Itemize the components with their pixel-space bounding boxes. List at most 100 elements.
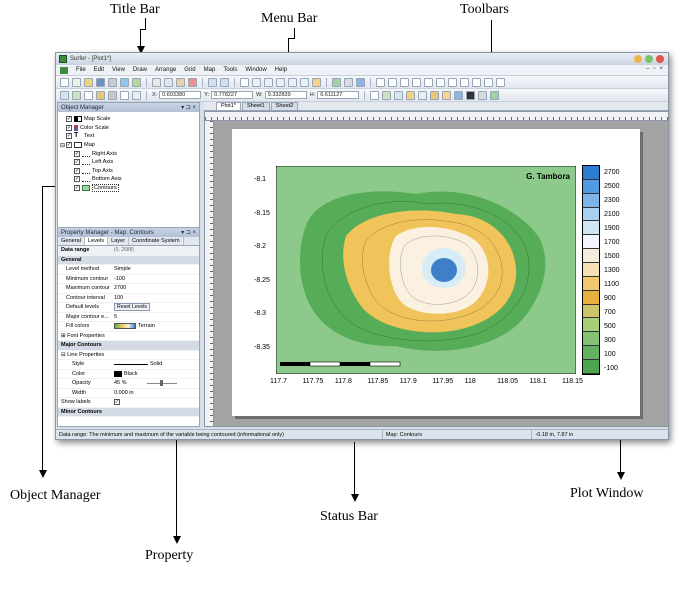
mdi-minimize-icon[interactable]: – [646,66,649,72]
maximize-icon[interactable] [645,55,653,63]
fill-colors-row[interactable]: Fill colors Terrain [58,322,199,332]
grid-slice-icon[interactable] [430,90,440,100]
minor-contours-section[interactable]: Minor Contours [58,407,199,417]
opacity-row[interactable]: Opacity 45 % [58,379,199,389]
visibility-checkbox[interactable]: ✓ [66,142,73,149]
show-labels-checkbox[interactable]: ✓ [114,399,120,406]
reset-levels-button[interactable]: Reset Levels [114,303,150,312]
help-icon[interactable] [356,77,365,87]
grid-math-icon[interactable] [418,90,428,100]
color-scale[interactable] [582,165,600,375]
menu-arrange[interactable]: Arrange [155,67,176,73]
visibility-checkbox[interactable]: ✓ [66,116,72,123]
grid-extract-icon[interactable] [454,90,464,100]
shaded-relief-icon[interactable] [108,90,117,100]
print-icon[interactable] [108,77,117,87]
script-icon[interactable] [490,90,500,100]
menu-grid[interactable]: Grid [184,67,195,73]
level-method-row[interactable]: Level method Simple [58,265,199,275]
max-contour-row[interactable]: Maximum contour 2700 [58,284,199,294]
open-icon[interactable] [84,77,93,87]
map-label[interactable]: G. Tambora [526,172,570,181]
grid-blank-icon[interactable] [394,90,404,100]
tree-item-left-axis[interactable]: ✓ Left Axis [58,158,199,167]
variogram-icon[interactable] [466,90,476,100]
export-icon[interactable] [132,77,141,87]
grid-node-editor-icon[interactable] [442,90,452,100]
level-method-value[interactable]: Simple [114,266,199,272]
show-labels-row[interactable]: Show labels ✓ [58,398,199,408]
new-icon[interactable] [60,77,69,87]
tab-general[interactable]: General [58,237,85,245]
digitize-tool-icon[interactable] [496,77,505,87]
symbol-tool-icon[interactable] [472,77,481,87]
import-icon[interactable] [120,77,129,87]
pan-icon[interactable] [312,77,321,87]
reshape-tool-icon[interactable] [484,77,493,87]
cut-icon[interactable] [152,77,161,87]
post-map-icon[interactable] [84,90,93,100]
zoom-out-icon[interactable] [264,77,273,87]
major-contour-every-row[interactable]: Major contour e... 5 [58,313,199,322]
visibility-checkbox[interactable]: ✓ [74,159,80,166]
menu-tools[interactable]: Tools [223,67,237,73]
ellipse-tool-icon[interactable] [460,77,469,87]
new-worksheet-icon[interactable] [72,77,81,87]
close-icon[interactable] [656,55,664,63]
menu-view[interactable]: View [112,67,125,73]
tree-item-map-scale[interactable]: ✓ Map Scale [58,115,199,124]
min-contour-value[interactable]: -100 [114,276,199,282]
save-icon[interactable] [96,77,105,87]
tab-plot1[interactable]: Plot1* [216,102,241,110]
zoom-rect-icon[interactable] [276,77,285,87]
visibility-checkbox[interactable]: ✓ [74,167,80,174]
style-value[interactable]: Solid [150,361,162,367]
grid-filter-icon[interactable] [406,90,416,100]
redo-icon[interactable] [220,77,229,87]
menu-draw[interactable]: Draw [133,67,147,73]
menu-window[interactable]: Window [245,67,266,73]
color-value[interactable]: Black [124,371,137,377]
visibility-checkbox[interactable]: ✓ [66,124,72,131]
min-contour-row[interactable]: Minimum contour -100 [58,275,199,284]
menu-file[interactable]: File [76,67,86,73]
minimize-icon[interactable] [634,55,642,63]
visibility-checkbox[interactable]: ✓ [66,133,72,140]
w-input[interactable]: 9.332839 [264,91,307,99]
tab-sheet2[interactable]: Sheet2 [270,102,299,110]
menu-map[interactable]: Map [204,67,216,73]
spline-tool-icon[interactable] [412,77,421,87]
data-range-row[interactable]: Data range (0, 2688) [58,246,199,256]
contour-map[interactable]: G. Tambora [275,165,577,375]
undo-icon[interactable] [208,77,217,87]
tree-item-contours[interactable]: ✓ Contours [58,184,199,193]
contour-map-icon[interactable] [72,90,81,100]
zoom-page-icon[interactable] [288,77,297,87]
color-row[interactable]: Color Black [58,370,199,379]
object-manager-close-icon[interactable]: ▾ ⊐ × [181,104,196,111]
style-row[interactable]: Style Solid [58,360,199,370]
tree-item-bottom-axis[interactable]: ✓ Bottom Axis [58,175,199,184]
opacity-slider-thumb[interactable] [159,380,163,387]
select-icon[interactable] [240,77,249,87]
paste-icon[interactable] [176,77,185,87]
visibility-checkbox[interactable]: ✓ [74,176,80,183]
tab-levels[interactable]: Levels [84,237,109,245]
zoom-in-icon[interactable] [252,77,261,87]
mdi-close-icon[interactable]: × [659,66,663,72]
line-properties-row[interactable]: ⊟ Line Properties [58,351,199,360]
redraw-icon[interactable] [332,77,341,87]
tree-item-top-axis[interactable]: ✓ Top Axis [58,167,199,176]
zoom-fit-icon[interactable] [300,77,309,87]
app-menu-icon[interactable] [60,66,68,74]
delete-icon[interactable] [188,77,197,87]
copy-icon[interactable] [164,77,173,87]
visibility-checkbox[interactable]: ✓ [74,150,80,157]
wireframe-icon[interactable] [132,90,141,100]
rounded-rectangle-tool-icon[interactable] [448,77,457,87]
width-value[interactable]: 0.000 in [114,390,199,396]
polyline-tool-icon[interactable] [400,77,409,87]
grid-info-icon[interactable] [478,90,488,100]
menu-edit[interactable]: Edit [94,67,104,73]
h-input[interactable]: 6.611127 [317,91,360,99]
